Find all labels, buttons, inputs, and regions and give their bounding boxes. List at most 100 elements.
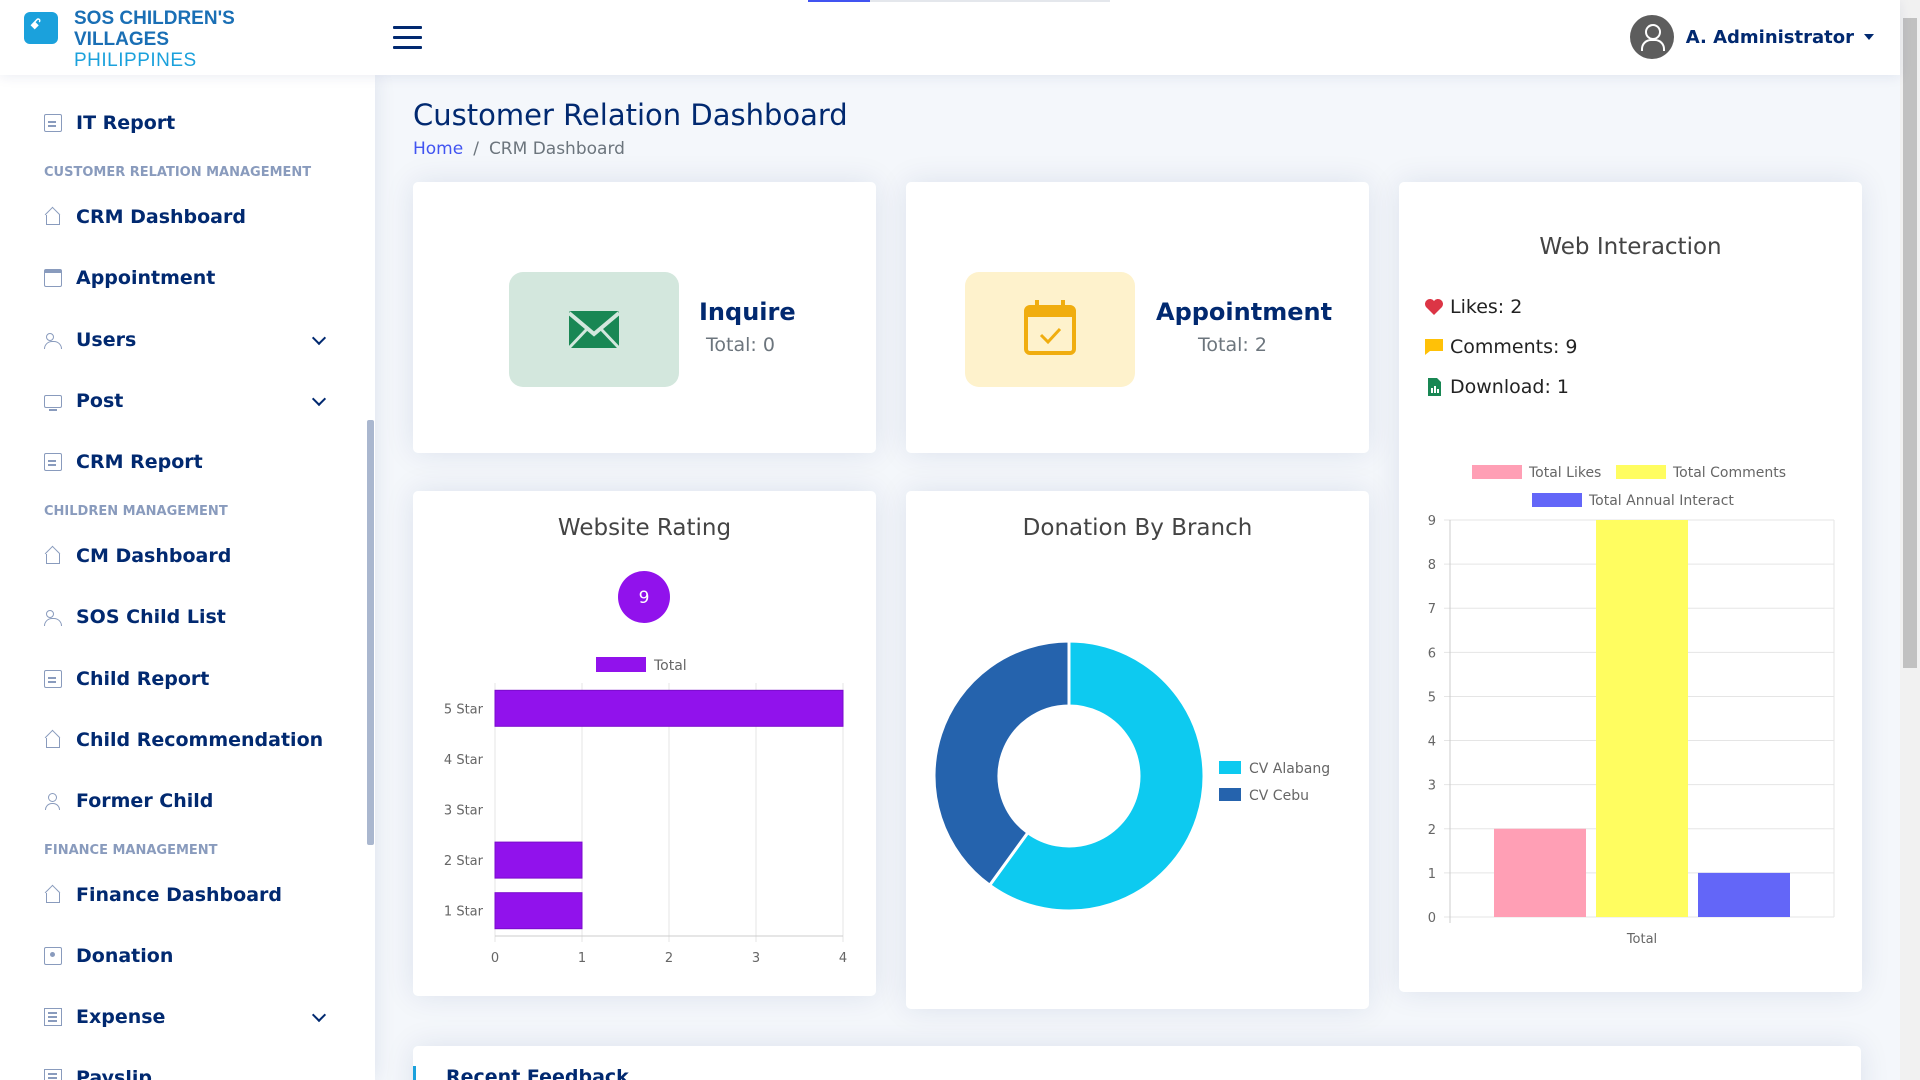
- rating-bar: [494, 892, 583, 930]
- sidebar-item-sos-child-list[interactable]: SOS Child List: [44, 602, 324, 632]
- likes-row: Likes: 2: [1424, 296, 1522, 318]
- web-interaction-title: Web Interaction: [1539, 234, 1722, 260]
- sidebar-item-label: Expense: [76, 1006, 166, 1028]
- y-tick-label: 1: [1428, 867, 1436, 882]
- sidebar-item-payslip[interactable]: Payslip: [44, 1063, 324, 1080]
- donation-chart: CV Alabang CV Cebu: [932, 639, 1330, 913]
- avatar[interactable]: [1629, 15, 1674, 59]
- sidebar-item-former-child[interactable]: Former Child: [44, 786, 324, 816]
- donation-card: Donation By Branch CV Alabang CV Cebu: [906, 491, 1369, 1009]
- x-tick-label: 3: [752, 951, 760, 966]
- list-icon: [44, 1069, 62, 1080]
- spreadsheet-file-icon: [1428, 378, 1441, 396]
- house-icon: [44, 886, 62, 904]
- sidebar-heading-children: CHILDREN MANAGEMENT: [44, 504, 228, 519]
- appointment-card[interactable]: Appointment Total: 2: [906, 182, 1369, 453]
- legend-swatch: [1219, 788, 1241, 801]
- inquire-card[interactable]: Inquire Total: 0: [413, 182, 876, 453]
- sidebar-item-label: CRM Report: [76, 451, 203, 473]
- sidebar-item-label: SOS Child List: [76, 606, 226, 628]
- sidebar-item-child-recommendation[interactable]: Child Recommendation: [44, 725, 324, 755]
- legend-label: Total: [653, 658, 687, 674]
- sidebar-item-post[interactable]: Post: [44, 386, 327, 416]
- y-tick-label: 0: [1428, 911, 1436, 926]
- page-title: Customer Relation Dashboard: [413, 98, 848, 132]
- breadcrumb-home-link[interactable]: Home: [413, 139, 463, 159]
- sidebar-item-cm-dashboard[interactable]: CM Dashboard: [44, 541, 324, 571]
- web-interaction-card: Web Interaction Likes: 2 Comments: 9 Dow…: [1399, 182, 1862, 992]
- x-tick-label: 0: [491, 951, 499, 966]
- rating-bar: [494, 841, 583, 879]
- sidebar-item-label: Donation: [76, 945, 174, 967]
- users-icon: [44, 608, 62, 626]
- appointment-title: Appointment: [1156, 298, 1333, 326]
- sidebar-item-crm-dashboard[interactable]: CRM Dashboard: [44, 202, 324, 232]
- sidebar-item-child-report[interactable]: Child Report: [44, 664, 324, 694]
- y-tick-label: 3: [1428, 779, 1436, 794]
- sidebar-item-label: Users: [76, 329, 137, 351]
- menu-toggle-icon[interactable]: [393, 26, 422, 49]
- legend-swatch: [1219, 761, 1241, 774]
- caret-down-icon[interactable]: [1864, 34, 1874, 40]
- chevron-down-icon[interactable]: [311, 391, 327, 407]
- y-tick-label: 4 Star: [444, 753, 484, 768]
- house-icon: [44, 208, 62, 226]
- document-icon: [44, 453, 62, 471]
- sidebar-item-label: Finance Dashboard: [76, 884, 283, 906]
- y-tick-label: 6: [1428, 646, 1436, 661]
- list-icon: [44, 1008, 62, 1026]
- sidebar-scrollbar[interactable]: [365, 75, 375, 1080]
- sidebar-item-users[interactable]: Users: [44, 325, 327, 355]
- y-tick-label: 2 Star: [444, 854, 484, 869]
- sidebar-item-finance-dashboard[interactable]: Finance Dashboard: [44, 880, 324, 910]
- y-tick-label: 7: [1428, 602, 1436, 617]
- x-tick-label: Total: [1626, 932, 1657, 947]
- sidebar-item-expense[interactable]: Expense: [44, 1002, 327, 1032]
- page-scrollbar[interactable]: [1900, 0, 1920, 1080]
- sidebar-heading-finance: FINANCE MANAGEMENT: [44, 843, 218, 858]
- inquire-total: Total: 0: [706, 334, 775, 356]
- calendar-icon: [44, 269, 62, 287]
- logo[interactable]: ꗃ SOS CHILDREN'S VILLAGES PHILIPPINES: [24, 8, 235, 71]
- chevron-down-icon[interactable]: [311, 330, 327, 346]
- calendar-check-icon: [1024, 300, 1076, 355]
- sidebar-item-label: Payslip: [76, 1067, 152, 1080]
- sidebar-item-it-report[interactable]: IT Report: [44, 108, 324, 138]
- profile-dropdown[interactable]: A. Administrator: [1629, 15, 1874, 59]
- sidebar-item-crm-report[interactable]: CRM Report: [44, 447, 324, 477]
- sidebar-heading-crm: CUSTOMER RELATION MANAGEMENT: [44, 165, 312, 180]
- web-interaction-chart: Total Likes Total Comments Total Annual In…: [1428, 465, 1835, 947]
- legend-swatch: [1616, 465, 1666, 479]
- legend-label: CV Cebu: [1249, 788, 1309, 804]
- legend-label: Total Annual Interact: [1588, 493, 1734, 509]
- logo-text: SOS CHILDREN'S VILLAGES PHILIPPINES: [74, 8, 235, 71]
- chevron-down-icon[interactable]: [311, 1007, 327, 1023]
- heart-icon: [1425, 299, 1443, 315]
- legend-label: Total Comments: [1672, 465, 1786, 481]
- inquire-title: Inquire: [699, 298, 796, 326]
- logo-line-3: PHILIPPINES: [74, 50, 197, 71]
- document-icon: [44, 114, 62, 132]
- comments-text: Comments: 9: [1450, 336, 1578, 358]
- x-tick-label: 1: [578, 951, 586, 966]
- sidebar-item-donation[interactable]: Donation: [44, 941, 324, 971]
- monitor-icon: [44, 394, 62, 411]
- appointment-icon-box: [965, 272, 1135, 387]
- y-tick-label: 8: [1428, 558, 1436, 573]
- sidebar-item-appointment[interactable]: Appointment: [44, 263, 324, 293]
- sidebar: IT Report CUSTOMER RELATION MANAGEMENT C…: [0, 75, 375, 1080]
- legend-swatch: [1532, 493, 1582, 507]
- likes-text: Likes: 2: [1450, 296, 1523, 318]
- website-rating-chart: 9 Total 0 1 2 3 4 5 Star 4 Star 3 Star 2 Star 1 Sta…: [444, 571, 847, 966]
- donation-icon: [44, 947, 62, 965]
- website-rating-card: Website Rating 9 Total 0 1 2 3 4 5 Star 4 Star 3 …: [413, 491, 876, 996]
- download-text: Download: 1: [1450, 376, 1569, 398]
- breadcrumb-separator: /: [473, 139, 479, 159]
- user-name[interactable]: A. Administrator: [1686, 27, 1854, 48]
- y-tick-label: 3 Star: [444, 804, 484, 819]
- top-tab-indicator: [808, 0, 1110, 2]
- comment-icon: [1425, 339, 1443, 355]
- appointment-total: Total: 2: [1198, 334, 1267, 356]
- sidebar-item-label: Post: [76, 390, 124, 412]
- sidebar-item-label: Appointment: [76, 267, 216, 289]
